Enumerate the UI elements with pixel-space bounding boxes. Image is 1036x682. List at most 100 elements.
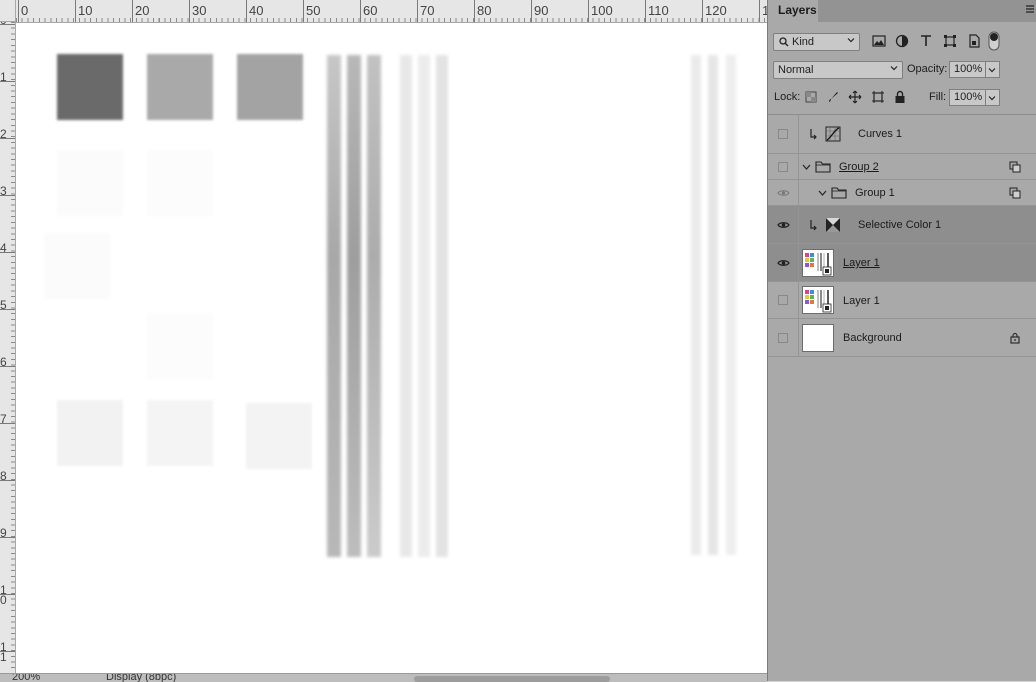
ruler-mark: 20 (132, 0, 149, 22)
visibility-toggle[interactable] (768, 319, 799, 356)
opacity-dropdown[interactable] (986, 61, 1000, 78)
layer-name[interactable]: Layer 1 (843, 257, 880, 269)
filter-kind-value: Kind (792, 36, 815, 48)
layer-row[interactable]: Curves 1 (768, 115, 1036, 154)
ruler-mark: 50 (303, 0, 320, 22)
opacity-input[interactable]: 100% (949, 61, 986, 78)
ruler-label: 70 (420, 3, 435, 18)
swatch-mid (147, 54, 213, 120)
layer-row[interactable]: Background (768, 319, 1036, 357)
ruler-mark: 5 (0, 299, 15, 311)
layer-thumbnail (802, 324, 834, 352)
visibility-toggle[interactable] (768, 206, 799, 243)
ruler-mark: 70 (417, 0, 434, 22)
layer-row[interactable]: Layer 1 (768, 282, 1036, 319)
ruler-mark: 30 (189, 0, 206, 22)
lock-artboard-icon[interactable] (871, 90, 885, 104)
swatch-mid (237, 54, 303, 120)
chevron-down-icon (847, 38, 855, 43)
folder-icon (831, 187, 847, 199)
fill-dropdown[interactable] (986, 89, 1000, 106)
blend-mode-select[interactable]: Normal (773, 61, 903, 79)
document-canvas[interactable] (16, 23, 767, 673)
layer-name[interactable]: Curves 1 (858, 128, 902, 140)
clipping-mask-icon (810, 220, 817, 231)
vertical-ruler[interactable]: 0 1 2 3 4 5 6 7 8 9 10 11 (0, 22, 16, 673)
stripe-faint (708, 55, 718, 555)
lock-all-icon[interactable] (894, 90, 906, 104)
layer-name[interactable]: Layer 1 (843, 295, 880, 307)
lock-transparent-icon[interactable] (805, 91, 817, 103)
visibility-toggle[interactable] (768, 180, 799, 205)
filter-row: Kind (768, 31, 1036, 51)
fill-label: Fill: (929, 91, 947, 103)
ruler-mark: 40 (246, 0, 263, 22)
swatch-faint (246, 403, 312, 469)
layer-name[interactable]: Selective Color 1 (858, 219, 941, 231)
swatch-ghost (57, 150, 123, 216)
layer-row[interactable]: Selective Color 1 (768, 206, 1036, 244)
ruler-label: 110 (648, 3, 669, 18)
ruler-mark: 110 (645, 0, 669, 22)
lock-label: Lock: (774, 91, 801, 103)
ruler-label: 2 (0, 127, 7, 141)
lock-position-icon[interactable] (848, 90, 862, 104)
chevron-down-icon[interactable] (818, 189, 827, 197)
ruler-label: 80 (477, 3, 492, 18)
smart-object-filter-icon[interactable] (966, 33, 982, 49)
visibility-toggle[interactable] (768, 244, 799, 281)
layer-thumbnail (802, 249, 834, 277)
horizontal-ruler[interactable]: 0 10 20 30 40 50 60 70 80 90 100 110 120… (16, 0, 767, 23)
panel-menu-icon[interactable] (1025, 4, 1035, 14)
ruler-mark: 8 (0, 470, 15, 482)
layer-row[interactable]: Layer 1 (768, 244, 1036, 282)
swatch-ghost (147, 313, 213, 379)
ruler-label: 9 (0, 526, 7, 540)
ruler-label: 60 (363, 3, 378, 18)
chevron-down-icon (988, 68, 996, 73)
adjustment-filter-icon[interactable] (894, 33, 910, 49)
stripe-light (400, 55, 412, 557)
swatch-faint (57, 400, 123, 466)
filter-kind-select[interactable]: Kind (773, 33, 860, 51)
chevron-down-icon[interactable] (802, 163, 811, 171)
canvas-area[interactable]: 0 10 20 30 40 50 60 70 80 90 100 110 120… (0, 0, 767, 682)
tab-layers[interactable]: Layers (768, 0, 818, 22)
ruler-mark: 7 (0, 413, 15, 425)
ruler-mark: 10 (0, 584, 15, 606)
type-filter-icon[interactable] (918, 33, 934, 49)
layer-name[interactable]: Group 1 (855, 187, 895, 199)
stripe-faint (726, 55, 736, 555)
lock-row: Lock: Fill: 100% (768, 89, 1036, 107)
eye-icon (777, 222, 790, 228)
visibility-toggle[interactable] (768, 282, 799, 318)
layer-row[interactable]: Group 1 (768, 180, 1036, 206)
lock-icon (1010, 332, 1020, 344)
ruler-label: 3 (0, 184, 7, 198)
lock-image-icon[interactable] (826, 90, 840, 104)
filter-toggle-icon[interactable] (988, 31, 1000, 51)
ruler-label: 100 (591, 3, 613, 18)
ruler-mark: 1 (0, 71, 15, 83)
ruler-label: 0 (21, 3, 29, 18)
ruler-mark: 2 (0, 128, 15, 140)
ruler-label: 0 (0, 22, 8, 26)
selective-color-adjustment-icon (826, 218, 840, 232)
stripe-gray (367, 55, 381, 557)
ruler-mark: 0 (18, 0, 28, 22)
smart-filter-badge-icon (1009, 161, 1021, 173)
ruler-label: 20 (135, 3, 150, 18)
stripe-gray (327, 55, 341, 557)
shape-filter-icon[interactable] (942, 33, 958, 49)
folder-icon (815, 161, 831, 173)
horizontal-scrollbar-thumb[interactable] (414, 676, 610, 682)
visibility-toggle[interactable] (768, 115, 799, 153)
stripe-light (418, 55, 430, 557)
layer-row[interactable]: Group 2 (768, 154, 1036, 180)
visibility-toggle[interactable] (768, 154, 799, 179)
layer-name[interactable]: Group 2 (839, 161, 879, 173)
ruler-origin[interactable] (0, 0, 16, 22)
layer-name[interactable]: Background (843, 332, 902, 344)
image-filter-icon[interactable] (871, 33, 887, 49)
fill-input[interactable]: 100% (949, 89, 986, 106)
